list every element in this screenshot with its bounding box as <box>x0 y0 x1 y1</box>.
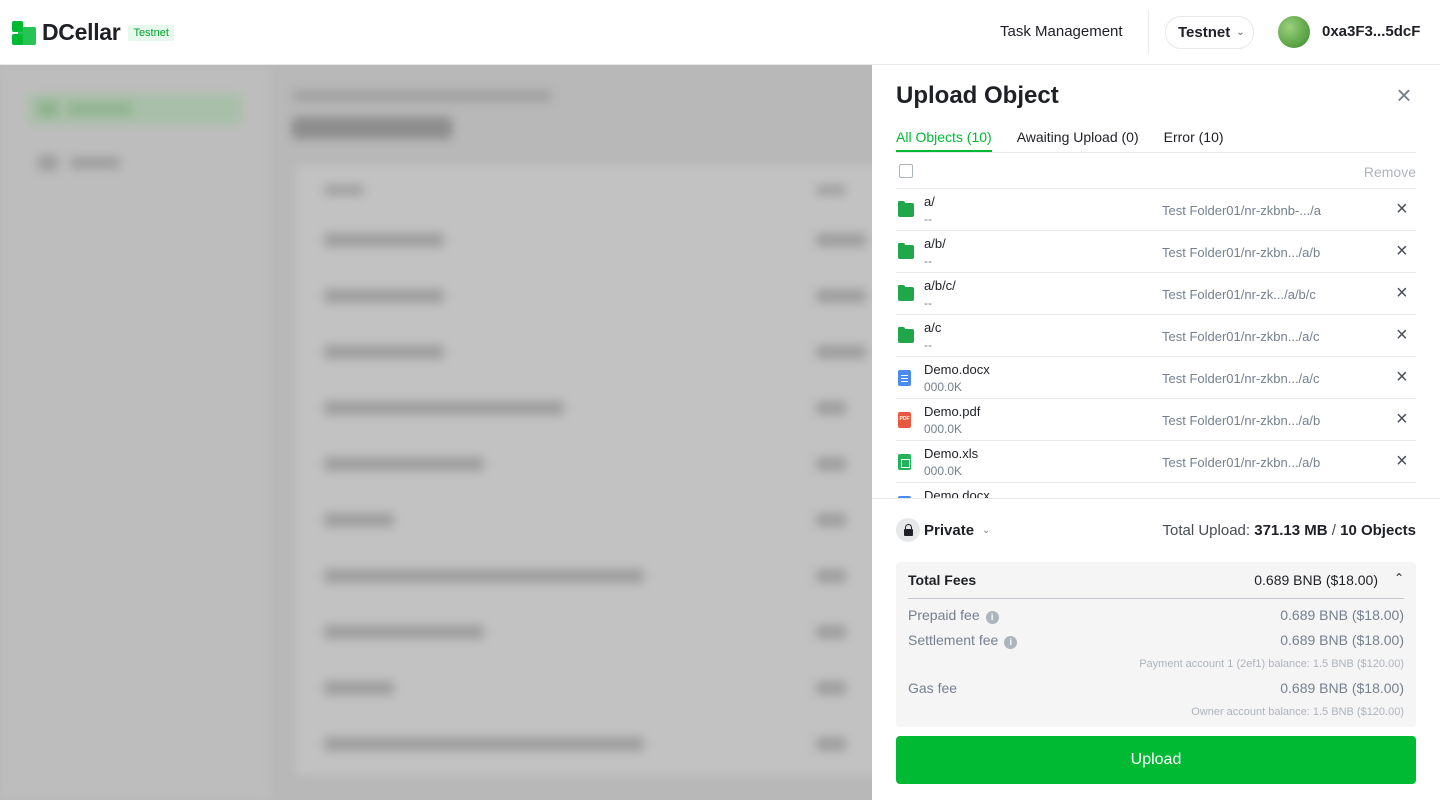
remove-item-icon[interactable]: × <box>1396 409 1408 429</box>
fees-title: Total Fees <box>908 572 977 588</box>
total-upload-summary: Total Upload: 371.13 MB / 10 Objects <box>1162 522 1417 539</box>
object-name: a/b/c/ <box>924 278 956 293</box>
list-item: a/b/ -- Test Folder01/nr-zkbn.../a/b × <box>896 231 1416 273</box>
footer-divider <box>872 498 1440 499</box>
info-icon[interactable]: i <box>1004 636 1018 649</box>
dcellar-logo-icon <box>12 20 36 45</box>
xls-icon <box>898 454 911 470</box>
list-item: Demo.pdf 000.0K Test Folder01/nr-zkbn...… <box>896 399 1416 441</box>
payment-account-balance: Payment account 1 (2ef1) balance: 1.5 BN… <box>1139 658 1404 670</box>
object-path: Test Folder01/nr-zkbnb-.../a <box>1162 203 1321 218</box>
object-name: a/b/ <box>924 236 946 251</box>
object-path: Test Folder01/nr-zk.../a/b/c <box>1162 287 1316 302</box>
blurred-background <box>0 65 872 800</box>
list-item: a/b/c/ -- Test Folder01/nr-zk.../a/b/c × <box>896 273 1416 315</box>
network-select[interactable]: Testnet ⌄ <box>1165 16 1254 49</box>
fees-header[interactable]: Total Fees 0.689 BNB ($18.00) ⌃ <box>908 562 1404 599</box>
settlement-fee-value: 0.689 BNB ($18.00) <box>1280 632 1404 648</box>
object-name: Demo.docx <box>924 488 990 498</box>
owner-account-balance: Owner account balance: 1.5 BNB ($120.00) <box>1191 706 1404 718</box>
remove-item-icon[interactable]: × <box>1396 283 1408 303</box>
gas-fee-label: Gas fee <box>908 680 958 696</box>
list-item: Demo.docx 000.0K Test Folder01/nr-zkbn..… <box>896 357 1416 399</box>
visibility-select[interactable]: Private ⌄ <box>896 518 990 542</box>
object-list[interactable]: a/ -- Test Folder01/nr-zkbnb-.../a × a/b… <box>896 189 1416 498</box>
remove-item-icon[interactable]: × <box>1396 325 1408 345</box>
object-name: Demo.xls <box>924 446 979 461</box>
select-all-checkbox[interactable] <box>899 164 913 178</box>
list-item: Demo.docx <box>896 483 1416 498</box>
remove-item-icon[interactable]: × <box>1396 241 1408 261</box>
pdf-icon <box>898 412 911 428</box>
remove-item-icon[interactable]: × <box>1396 199 1408 219</box>
remove-item-icon[interactable]: × <box>1396 451 1408 471</box>
upload-button[interactable]: Upload <box>896 736 1416 784</box>
object-size: 000.0K <box>924 464 963 478</box>
header-divider <box>1148 10 1149 54</box>
total-upload-label: Total Upload: <box>1162 522 1251 539</box>
upload-object-drawer: Upload Object × All Objects (10) Awaitin… <box>872 65 1440 800</box>
total-upload-size: 371.13 MB <box>1254 522 1328 539</box>
settlement-fee-label: Settlement fee <box>908 632 999 648</box>
object-name: a/ <box>924 194 935 209</box>
folder-icon <box>898 285 914 301</box>
network-label: Testnet <box>1178 24 1231 41</box>
upload-tabs: All Objects (10) Awaiting Upload (0) Err… <box>896 129 1416 153</box>
tab-error[interactable]: Error (10) <box>1164 129 1224 152</box>
folder-icon <box>898 243 914 259</box>
prepaid-fee-value: 0.689 BNB ($18.00) <box>1280 607 1404 623</box>
testnet-badge: Testnet <box>128 24 174 41</box>
fees-panel: Total Fees 0.689 BNB ($18.00) ⌃ Prepaid … <box>896 562 1416 727</box>
tab-all-objects[interactable]: All Objects (10) <box>896 129 992 152</box>
prepaid-fee-label: Prepaid fee <box>908 607 980 623</box>
list-item: a/c -- Test Folder01/nr-zkbn.../a/c × <box>896 315 1416 357</box>
dcellar-logo[interactable]: DCellar Testnet <box>12 19 174 46</box>
logo-text: DCellar <box>42 19 121 45</box>
object-size: -- <box>924 338 932 352</box>
remove-button[interactable]: Remove <box>1364 164 1416 180</box>
top-bar: DCellar Testnet Task Management Testnet … <box>0 0 1440 65</box>
close-icon[interactable]: × <box>1393 82 1415 108</box>
task-management-link[interactable]: Task Management <box>1000 23 1123 40</box>
total-upload-count: 10 Objects <box>1340 522 1416 539</box>
object-path: Test Folder01/nr-zkbn.../a/b <box>1162 413 1321 428</box>
lock-icon <box>896 518 920 542</box>
settlement-fee-row: Settlement fee i <box>908 632 1018 649</box>
info-icon[interactable]: i <box>985 611 999 624</box>
object-path: Test Folder01/nr-zkbn.../a/b <box>1162 245 1321 260</box>
tab-awaiting-upload[interactable]: Awaiting Upload (0) <box>1017 129 1139 152</box>
chevron-down-icon: ⌄ <box>1236 27 1245 38</box>
list-item: Demo.xls 000.0K Test Folder01/nr-zkbn...… <box>896 441 1416 483</box>
object-name: a/c <box>924 320 942 335</box>
visibility-label: Private <box>924 521 975 539</box>
object-path: Test Folder01/nr-zkbn.../a/c <box>1162 329 1320 344</box>
chevron-down-icon: ⌄ <box>982 524 991 536</box>
object-size: 000.0K <box>924 380 963 394</box>
gas-fee-value: 0.689 BNB ($18.00) <box>1280 680 1404 696</box>
wallet-address[interactable]: 0xa3F3...5dcF <box>1322 23 1420 40</box>
object-path: Test Folder01/nr-zkbn.../a/c <box>1162 371 1320 386</box>
list-item: a/ -- Test Folder01/nr-zkbnb-.../a × <box>896 189 1416 231</box>
object-name: Demo.docx <box>924 362 990 377</box>
object-size: -- <box>924 296 932 310</box>
docx-icon <box>898 370 911 386</box>
drawer-title: Upload Object <box>896 82 1059 109</box>
avatar[interactable] <box>1278 16 1310 48</box>
remove-item-icon[interactable]: × <box>1396 367 1408 387</box>
list-header: Remove <box>896 154 1416 189</box>
prepaid-fee-row: Prepaid fee i <box>908 607 999 624</box>
chevron-up-icon[interactable]: ⌃ <box>1394 571 1404 585</box>
object-path: Test Folder01/nr-zkbn.../a/b <box>1162 455 1321 470</box>
folder-icon <box>898 201 914 217</box>
object-size: 000.0K <box>924 422 963 436</box>
fees-total: 0.689 BNB ($18.00) <box>1254 572 1378 588</box>
folder-icon <box>898 327 914 343</box>
blurred-sidebar <box>0 65 270 800</box>
object-name: Demo.pdf <box>924 404 981 419</box>
object-size: -- <box>924 254 932 268</box>
object-size: -- <box>924 212 932 226</box>
